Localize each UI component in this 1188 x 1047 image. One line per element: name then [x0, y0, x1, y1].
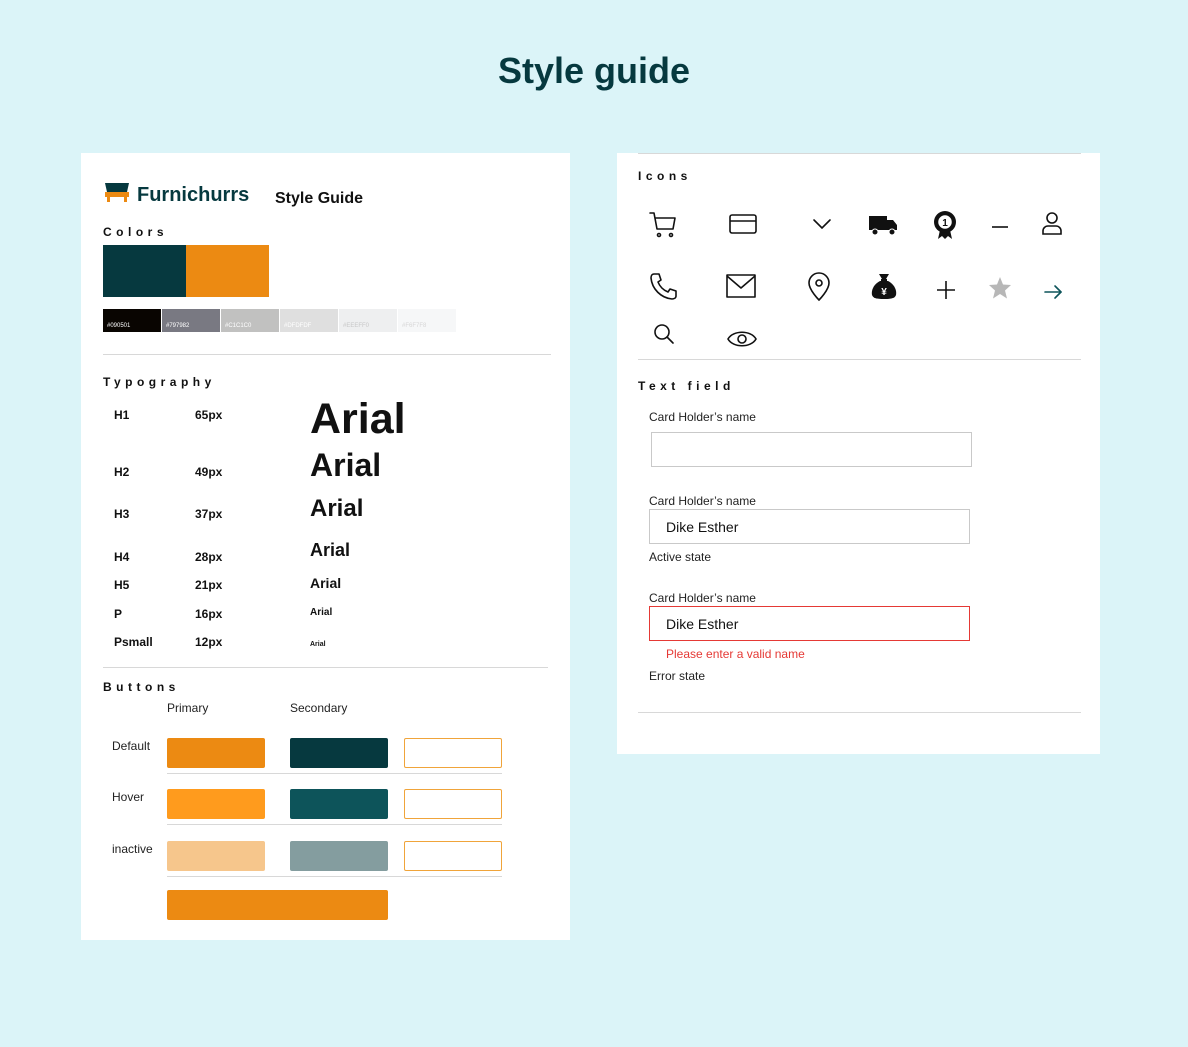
outline-button-inactive	[404, 841, 502, 871]
secondary-button-inactive	[290, 841, 388, 871]
type-name-h4: H4	[114, 550, 130, 564]
card-holder-input-error[interactable]: Dike Esther	[649, 606, 970, 641]
cart-icon	[645, 206, 681, 242]
sofa-icon	[103, 181, 131, 210]
star-icon	[982, 270, 1018, 306]
type-size-h1: 65px	[195, 408, 223, 422]
medal-icon: 1	[927, 206, 963, 242]
gray-swatch: #EEEFF0	[339, 309, 397, 332]
gray-swatch: #797982	[162, 309, 220, 332]
type-size-h3: 37px	[195, 507, 223, 521]
brand-name: Furnichurrs	[137, 184, 250, 206]
user-icon	[1034, 206, 1070, 242]
divider	[638, 712, 1081, 713]
type-sample-h5: Arial	[310, 575, 342, 591]
type-size-h2: 49px	[195, 465, 223, 479]
primary-column-label: Primary	[167, 701, 209, 715]
secondary-button-default[interactable]	[290, 738, 388, 768]
divider	[167, 824, 502, 825]
color-swatch-primary	[103, 245, 186, 297]
gray-swatch: #C1C1C0	[221, 309, 279, 332]
gray-swatch: #090501	[103, 309, 161, 332]
outline-button-default[interactable]	[404, 738, 502, 768]
primary-button-hover[interactable]	[167, 789, 265, 819]
type-name-h1: H1	[114, 408, 130, 422]
card-icon	[725, 206, 761, 242]
gray-swatch: #F6F7F8	[398, 309, 456, 332]
divider	[167, 773, 502, 774]
error-message: Please enter a valid name	[666, 647, 805, 661]
minus-icon	[982, 206, 1018, 242]
icons-heading: Icons	[638, 169, 692, 183]
location-pin-icon	[801, 268, 837, 304]
type-size-h4: 28px	[195, 550, 223, 564]
text-field-heading: Text field	[638, 379, 735, 393]
page-title: Style guide	[497, 50, 691, 91]
type-sample-p: Arial	[310, 607, 333, 618]
divider	[103, 354, 551, 355]
error-state-caption: Error state	[649, 669, 706, 683]
divider	[638, 153, 1081, 154]
style-guide-card: Furnichurrs Style Guide Colors #090501 #…	[81, 153, 570, 940]
type-size-psmall: 12px	[195, 635, 223, 649]
primary-button-default[interactable]	[167, 738, 265, 768]
divider	[103, 667, 548, 668]
brand-logo: Furnichurrs	[103, 181, 249, 210]
type-sample-h4: Arial	[310, 540, 351, 560]
type-sample-h1: Arial	[310, 395, 406, 443]
type-name-h2: H2	[114, 465, 130, 479]
plus-icon	[927, 270, 963, 306]
money-bag-icon: ¥	[866, 268, 902, 304]
type-size-h5: 21px	[195, 578, 223, 592]
primary-button-wide[interactable]	[167, 890, 388, 920]
search-icon	[646, 316, 682, 352]
brand-subtitle: Style Guide	[275, 190, 364, 207]
colors-heading: Colors	[103, 225, 169, 239]
mail-icon	[723, 268, 759, 304]
type-name-psmall: Psmall	[114, 635, 153, 649]
card-holder-label: Card Holder’s name	[649, 591, 756, 605]
gray-swatch: #DFDFDF	[280, 309, 338, 332]
type-size-p: 16px	[195, 607, 223, 621]
hover-state-label: Hover	[112, 790, 145, 804]
type-sample-h2: Arial	[310, 447, 382, 483]
eye-icon	[724, 319, 760, 355]
chevron-down-icon	[804, 206, 840, 242]
type-sample-psmall: Arial	[310, 641, 326, 648]
divider	[167, 876, 502, 877]
default-state-label: Default	[112, 739, 151, 753]
phone-icon	[645, 268, 681, 304]
svg-text:1: 1	[942, 218, 948, 229]
color-swatch-accent	[186, 245, 269, 297]
card-holder-label: Card Holder’s name	[649, 494, 756, 508]
outline-button-hover[interactable]	[404, 789, 502, 819]
primary-button-inactive	[167, 841, 265, 871]
type-name-h3: H3	[114, 507, 130, 521]
buttons-heading: Buttons	[103, 680, 180, 694]
arrow-right-icon	[1035, 270, 1071, 306]
typography-heading: Typography	[103, 375, 216, 389]
type-name-p: P	[114, 607, 123, 621]
svg-text:¥: ¥	[881, 287, 887, 298]
truck-icon	[865, 206, 901, 242]
type-sample-h3: Arial	[310, 495, 364, 522]
inactive-state-label: inactive	[112, 842, 153, 856]
secondary-column-label: Secondary	[290, 701, 348, 715]
type-name-h5: H5	[114, 578, 130, 592]
card-holder-input-active[interactable]: Dike Esther	[649, 509, 970, 544]
card-holder-input-empty[interactable]	[651, 432, 972, 467]
card-holder-label: Card Holder’s name	[649, 410, 756, 424]
divider	[638, 359, 1081, 360]
components-card: Icons 1 ¥ Text field Card Holder’s name …	[617, 153, 1100, 754]
secondary-button-hover[interactable]	[290, 789, 388, 819]
active-state-caption: Active state	[649, 550, 712, 564]
